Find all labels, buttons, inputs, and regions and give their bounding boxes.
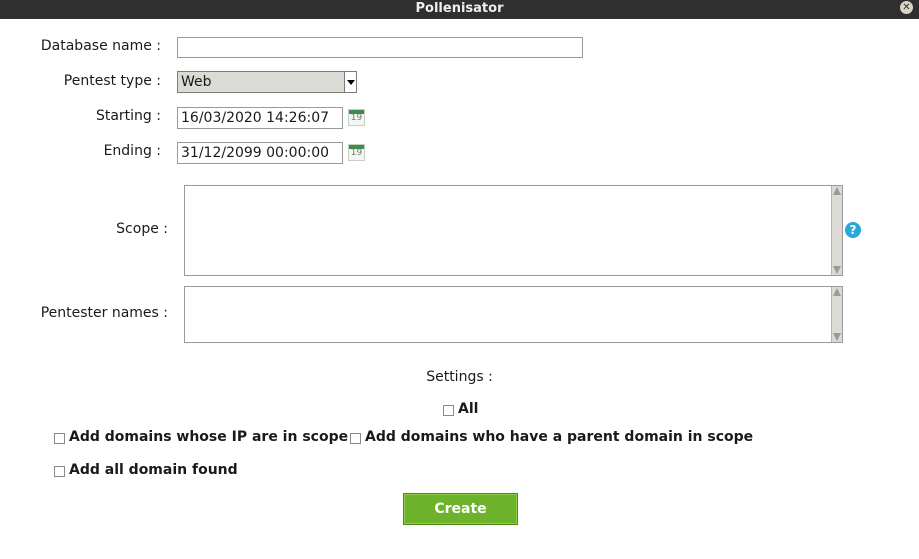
database-name-input[interactable] <box>177 37 583 58</box>
calendar-day: 19 <box>350 148 363 158</box>
scroll-up-icon[interactable] <box>833 187 841 195</box>
pentester-names-label: Pentester names : <box>40 305 168 321</box>
add-domains-parent-in-scope-label[interactable]: Add domains who have a parent domain in … <box>365 429 753 445</box>
chevron-down-icon[interactable] <box>344 72 356 92</box>
starting-date-input[interactable]: 16/03/2020 14:26:07 <box>177 107 343 129</box>
ending-date-input[interactable]: 31/12/2099 00:00:00 <box>177 142 343 164</box>
help-icon[interactable]: ? <box>845 222 861 238</box>
window-titlebar: Pollenisator <box>0 0 919 19</box>
starting-calendar-icon[interactable]: 19 <box>348 109 365 126</box>
starting-label: Starting : <box>95 108 161 124</box>
settings-title-text: Settings : <box>426 369 493 385</box>
scroll-down-icon[interactable] <box>833 266 841 274</box>
add-all-domain-found-label[interactable]: Add all domain found <box>69 462 238 478</box>
all-checkbox-label[interactable]: All <box>458 401 478 417</box>
all-checkbox[interactable] <box>443 405 454 416</box>
settings-title: Settings : <box>0 369 919 385</box>
ending-label: Ending : <box>103 143 161 159</box>
pentester-names-textarea[interactable] <box>184 286 843 343</box>
calendar-day: 19 <box>350 113 363 123</box>
add-domains-parent-in-scope-checkbox[interactable] <box>350 433 361 444</box>
scope-scrollbar[interactable] <box>831 186 842 275</box>
scope-label: Scope : <box>116 221 168 237</box>
window-title: Pollenisator <box>415 1 504 16</box>
ending-calendar-icon[interactable]: 19 <box>348 144 365 161</box>
database-name-label: Database name : <box>40 38 161 54</box>
scroll-down-icon[interactable] <box>833 333 841 341</box>
create-button[interactable]: Create <box>403 493 518 525</box>
add-domains-ip-in-scope-checkbox[interactable] <box>54 433 65 444</box>
pentest-type-value: Web <box>181 74 212 90</box>
close-icon[interactable]: ✕ <box>900 1 913 14</box>
add-all-domain-found-checkbox[interactable] <box>54 466 65 477</box>
scope-textarea[interactable] <box>184 185 843 276</box>
pentester-names-scrollbar[interactable] <box>831 287 842 342</box>
scroll-up-icon[interactable] <box>833 288 841 296</box>
pentest-type-select[interactable]: Web <box>177 71 357 93</box>
add-domains-ip-in-scope-label[interactable]: Add domains whose IP are in scope <box>69 429 348 445</box>
pentest-type-label: Pentest type : <box>63 73 161 89</box>
